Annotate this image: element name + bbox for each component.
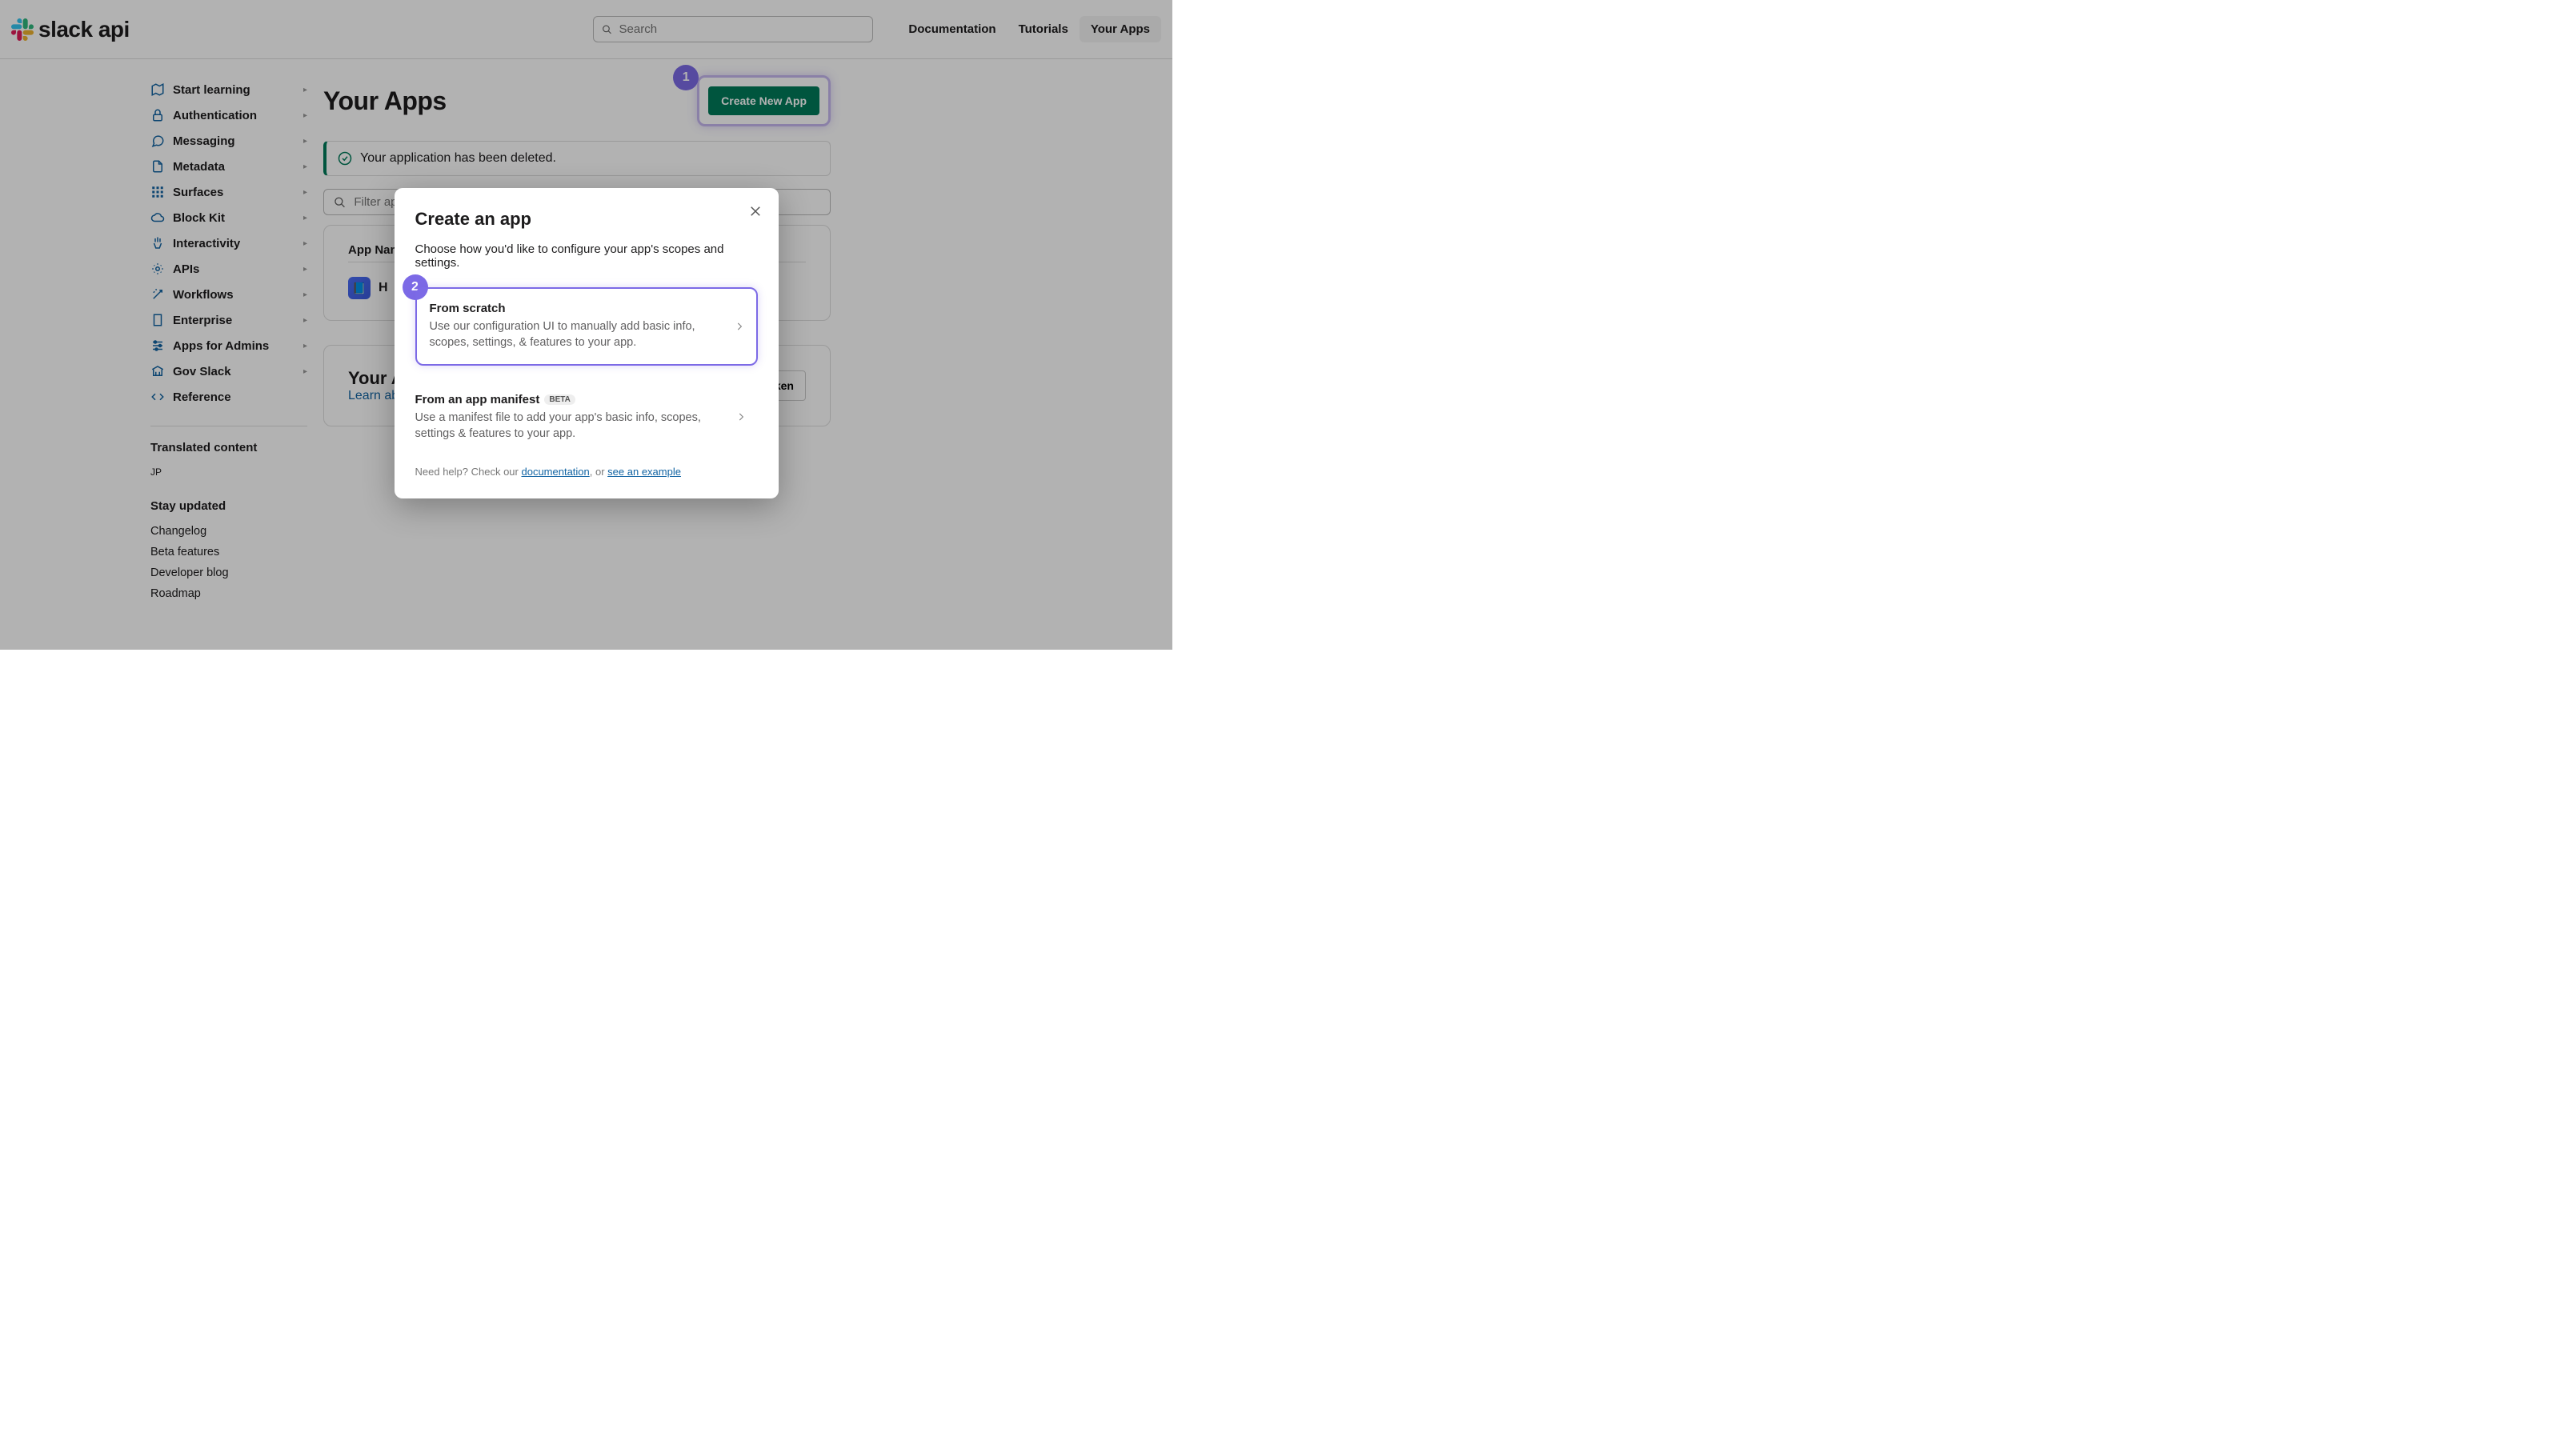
beta-badge: BETA (544, 394, 575, 405)
documentation-link[interactable]: documentation (521, 466, 589, 478)
option-title: From scratch (430, 302, 721, 315)
option-desc: Use a manifest file to add your app's ba… (415, 410, 723, 442)
chevron-right-icon (734, 321, 745, 332)
option-from-scratch[interactable]: From scratch Use our configuration UI to… (415, 287, 758, 366)
option-desc: Use our configuration UI to manually add… (430, 318, 721, 351)
modal-description: Choose how you'd like to configure your … (415, 242, 758, 270)
see-example-link[interactable]: see an example (607, 466, 681, 478)
option-title: From an app manifestBETA (415, 393, 723, 406)
option-from-manifest[interactable]: From an app manifestBETA Use a manifest … (415, 380, 758, 455)
modal-overlay[interactable]: Create an app Choose how you'd like to c… (0, 0, 1172, 650)
modal-title: Create an app (415, 209, 758, 230)
chevron-right-icon (735, 411, 747, 422)
close-icon[interactable] (748, 204, 763, 218)
create-app-modal: Create an app Choose how you'd like to c… (395, 188, 779, 498)
modal-help-text: Need help? Check our documentation, or s… (415, 466, 758, 478)
